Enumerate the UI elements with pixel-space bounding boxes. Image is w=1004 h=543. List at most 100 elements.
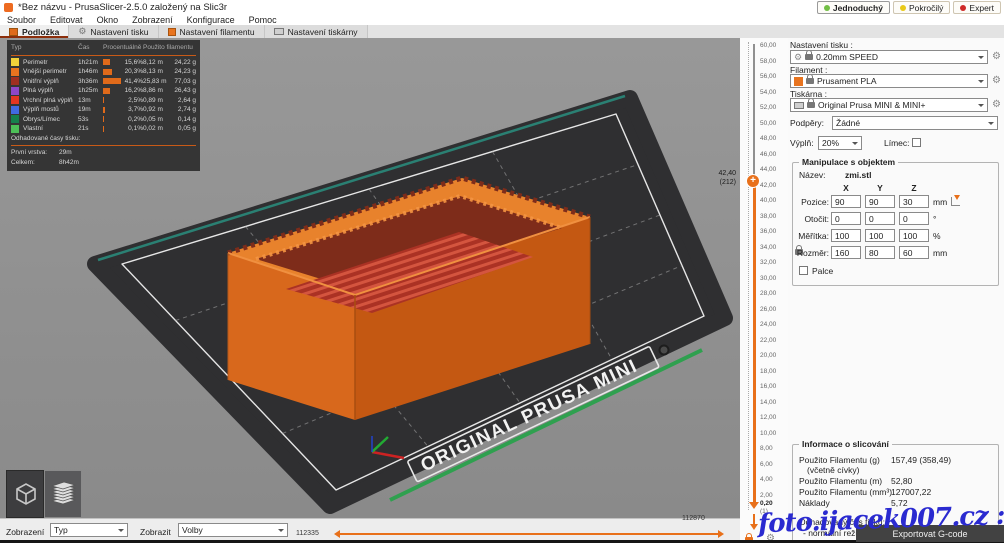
legend-time: 13m bbox=[78, 97, 103, 104]
legend-row: Vnitřní výplň3h36m41,4%25,83 m77,03 g bbox=[7, 77, 200, 87]
legend-row: Vlastní21s0,1%0,02 m0,05 g bbox=[7, 124, 200, 134]
legend-used-g: 0,05 g bbox=[178, 125, 196, 132]
legend-used-m: 8,86 m bbox=[143, 87, 170, 94]
layer-tick-label: 8,00 bbox=[760, 445, 773, 453]
supports-value: Žádné bbox=[836, 118, 860, 128]
tab-label: Nastavení filamentu bbox=[180, 27, 255, 37]
tab-podlo-ka[interactable]: Podložka bbox=[0, 25, 69, 38]
filament-combo[interactable]: Prusament PLA bbox=[790, 74, 988, 88]
bed-mount-hole bbox=[660, 346, 669, 355]
print-legend: TypČasProcentuálněPoužito filamentuPerim… bbox=[7, 40, 200, 171]
mode-label: Jednoduchý bbox=[833, 3, 883, 13]
legend-used-m: 0,02 m bbox=[143, 125, 170, 132]
menu-bar: SouborEditovatOknoZobrazeníKonfiguracePo… bbox=[0, 14, 1004, 25]
manip-input[interactable]: 100 bbox=[831, 229, 861, 242]
move-slider-track[interactable] bbox=[336, 533, 718, 535]
layer-tick-label: 38,00 bbox=[760, 213, 776, 221]
view-combo[interactable]: Typ bbox=[50, 523, 128, 537]
tab-nastaven-filamentu[interactable]: Nastavení filamentu bbox=[159, 25, 265, 38]
legend-time: 1h21m bbox=[78, 59, 103, 66]
move-slider-right-arrow-icon[interactable] bbox=[718, 530, 728, 538]
layer-tick-label: 40,00 bbox=[760, 197, 776, 205]
legend-percent-bar bbox=[103, 107, 105, 113]
legend-percent: 41,4% bbox=[125, 78, 143, 85]
menu-item-pomoc[interactable]: Pomoc bbox=[242, 15, 284, 25]
layer-slider-track-upper[interactable] bbox=[753, 44, 755, 181]
layer-slider-track-lower[interactable] bbox=[753, 181, 756, 503]
print-settings-label: Nastavení tisku : bbox=[790, 41, 853, 50]
estimate-label: První vrstva: bbox=[11, 149, 59, 156]
layers-view-button[interactable] bbox=[44, 470, 82, 518]
layer-slider: 60,0058,0056,0054,0052,0050,0048,0046,00… bbox=[740, 38, 788, 543]
manip-input[interactable]: 0 bbox=[831, 212, 861, 225]
layer-tick-label: 0,20 bbox=[760, 500, 773, 508]
3d-viewport[interactable]: ORIGINAL PRUSA MINI bbox=[0, 38, 740, 518]
layer-tick-label: 44,00 bbox=[760, 166, 776, 174]
layer-tick-label: 12,00 bbox=[760, 414, 776, 422]
tab-nastaven-tisk-rny[interactable]: Nastavení tiskárny bbox=[265, 25, 368, 38]
show-value: Volby bbox=[182, 525, 203, 535]
manip-input[interactable]: 0 bbox=[865, 212, 895, 225]
legend-percent-bar bbox=[103, 78, 121, 84]
printer-icon bbox=[794, 102, 804, 109]
layer-tick-label: 42,00 bbox=[760, 182, 776, 190]
menu-item-editovat[interactable]: Editovat bbox=[43, 15, 90, 25]
layer-tick-label: 54,00 bbox=[760, 89, 776, 97]
drop-to-bed-icon[interactable] bbox=[951, 197, 960, 206]
show-combo[interactable]: Volby bbox=[178, 523, 288, 537]
menu-item-zobrazení[interactable]: Zobrazení bbox=[125, 15, 180, 25]
legend-percent-bar bbox=[103, 126, 104, 132]
manip-input[interactable]: 60 bbox=[899, 246, 929, 259]
legend-percent: 2,5% bbox=[128, 97, 143, 104]
legend-time: 21s bbox=[78, 125, 103, 132]
mode-dot-icon bbox=[900, 5, 906, 11]
manip-input[interactable]: 100 bbox=[865, 229, 895, 242]
manip-input[interactable]: 90 bbox=[831, 195, 861, 208]
filament-value: Prusament PLA bbox=[817, 76, 877, 86]
menu-item-okno[interactable]: Okno bbox=[90, 15, 126, 25]
edit-filament-gear-icon[interactable]: ⚙ bbox=[990, 74, 1003, 87]
legend-percent-bar bbox=[103, 97, 104, 103]
menu-item-soubor[interactable]: Soubor bbox=[0, 15, 43, 25]
legend-feature-label: Vnitřní výplň bbox=[23, 78, 59, 85]
mode-button-pokročilý[interactable]: Pokročilý bbox=[893, 1, 950, 14]
3d-view-button[interactable] bbox=[6, 470, 44, 518]
manip-input[interactable]: 0 bbox=[899, 212, 929, 225]
cube-icon bbox=[11, 480, 39, 508]
layer-tick-label: 34,00 bbox=[760, 244, 776, 252]
legend-percent-bar bbox=[103, 116, 104, 122]
supports-combo[interactable]: Žádné bbox=[832, 116, 998, 130]
infill-combo[interactable]: 20% bbox=[818, 136, 862, 150]
layer-slider-handle[interactable]: + bbox=[747, 175, 759, 187]
manip-input[interactable]: 160 bbox=[831, 246, 861, 259]
layer-tick-label: 4,00 bbox=[760, 476, 773, 484]
mode-dot-icon bbox=[960, 5, 966, 11]
layer-tick-label: 48,00 bbox=[760, 135, 776, 143]
manip-input[interactable]: 90 bbox=[865, 195, 895, 208]
infill-value: 20% bbox=[822, 138, 839, 148]
inches-checkbox[interactable] bbox=[799, 266, 808, 275]
slice-info-row: Použito Filamentu (g)157,49 (358,49) bbox=[799, 455, 994, 465]
axis-header-z: Z bbox=[899, 183, 929, 193]
manip-input[interactable]: 100 bbox=[899, 229, 929, 242]
edit-printer-gear-icon[interactable]: ⚙ bbox=[990, 98, 1003, 111]
legend-color-swatch bbox=[11, 68, 19, 76]
menu-item-konfigurace[interactable]: Konfigurace bbox=[180, 15, 242, 25]
print-settings-combo[interactable]: ⚙ 0.20mm SPEED bbox=[790, 50, 988, 64]
slice-info-label: Použito Filamentu (g) bbox=[799, 455, 880, 465]
mode-button-jednoduchý[interactable]: Jednoduchý bbox=[817, 1, 890, 14]
manip-input[interactable]: 30 bbox=[899, 195, 929, 208]
printer-combo[interactable]: Original Prusa MINI & MINI+ bbox=[790, 98, 988, 112]
edit-print-settings-gear-icon[interactable]: ⚙ bbox=[990, 50, 1003, 63]
legend-color-swatch bbox=[11, 77, 19, 85]
inches-label: Palce bbox=[812, 266, 833, 276]
layer-tick-label: 30,00 bbox=[760, 275, 776, 283]
gear-icon: ⚙ bbox=[794, 53, 802, 62]
print-settings-value: 0.20mm SPEED bbox=[816, 52, 878, 62]
tab-nastaven-tisku[interactable]: Nastavení tisku bbox=[69, 25, 158, 38]
manip-input[interactable]: 80 bbox=[865, 246, 895, 259]
layer-tick-label: 24,00 bbox=[760, 321, 776, 329]
brim-checkbox[interactable] bbox=[912, 138, 921, 147]
layer-tick-label: 52,00 bbox=[760, 104, 776, 112]
mode-button-expert[interactable]: Expert bbox=[953, 1, 1001, 14]
